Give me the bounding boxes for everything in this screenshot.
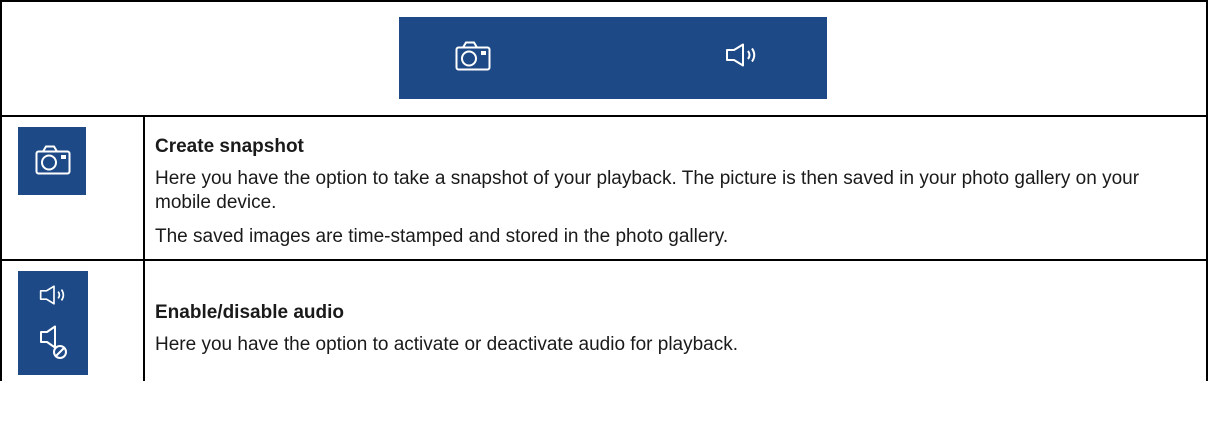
- icon-cell: [0, 259, 145, 381]
- entry-title: Create snapshot: [155, 136, 304, 157]
- speaker-icon[interactable]: [725, 43, 761, 72]
- description-cell: Create snapshot Here you have the option…: [143, 115, 1208, 261]
- entry-title: Enable/disable audio: [155, 302, 344, 323]
- preview-cell: [0, 0, 1208, 117]
- table-row: Enable/disable audio Here you have the o…: [0, 259, 1208, 381]
- speaker-muted-icon: [39, 325, 69, 366]
- speaker-icon: [39, 283, 69, 312]
- preview-row: [0, 0, 1208, 117]
- entry-paragraph: Here you have the option to take a snaps…: [155, 168, 1140, 213]
- playback-toolbar: [399, 17, 827, 99]
- entry-paragraph: Here you have the option to activate or …: [155, 334, 739, 355]
- table-row: Create snapshot Here you have the option…: [0, 115, 1208, 261]
- description-cell: Enable/disable audio Here you have the o…: [143, 259, 1208, 381]
- camera-icon: [35, 145, 71, 175]
- function-table: Create snapshot Here you have the option…: [0, 0, 1208, 381]
- audio-icon-tile: [18, 271, 88, 375]
- icon-cell: [0, 115, 145, 261]
- camera-icon[interactable]: [455, 41, 491, 76]
- entry-paragraph: The saved images are time-stamped and st…: [155, 226, 729, 247]
- snapshot-icon-tile: [18, 127, 86, 195]
